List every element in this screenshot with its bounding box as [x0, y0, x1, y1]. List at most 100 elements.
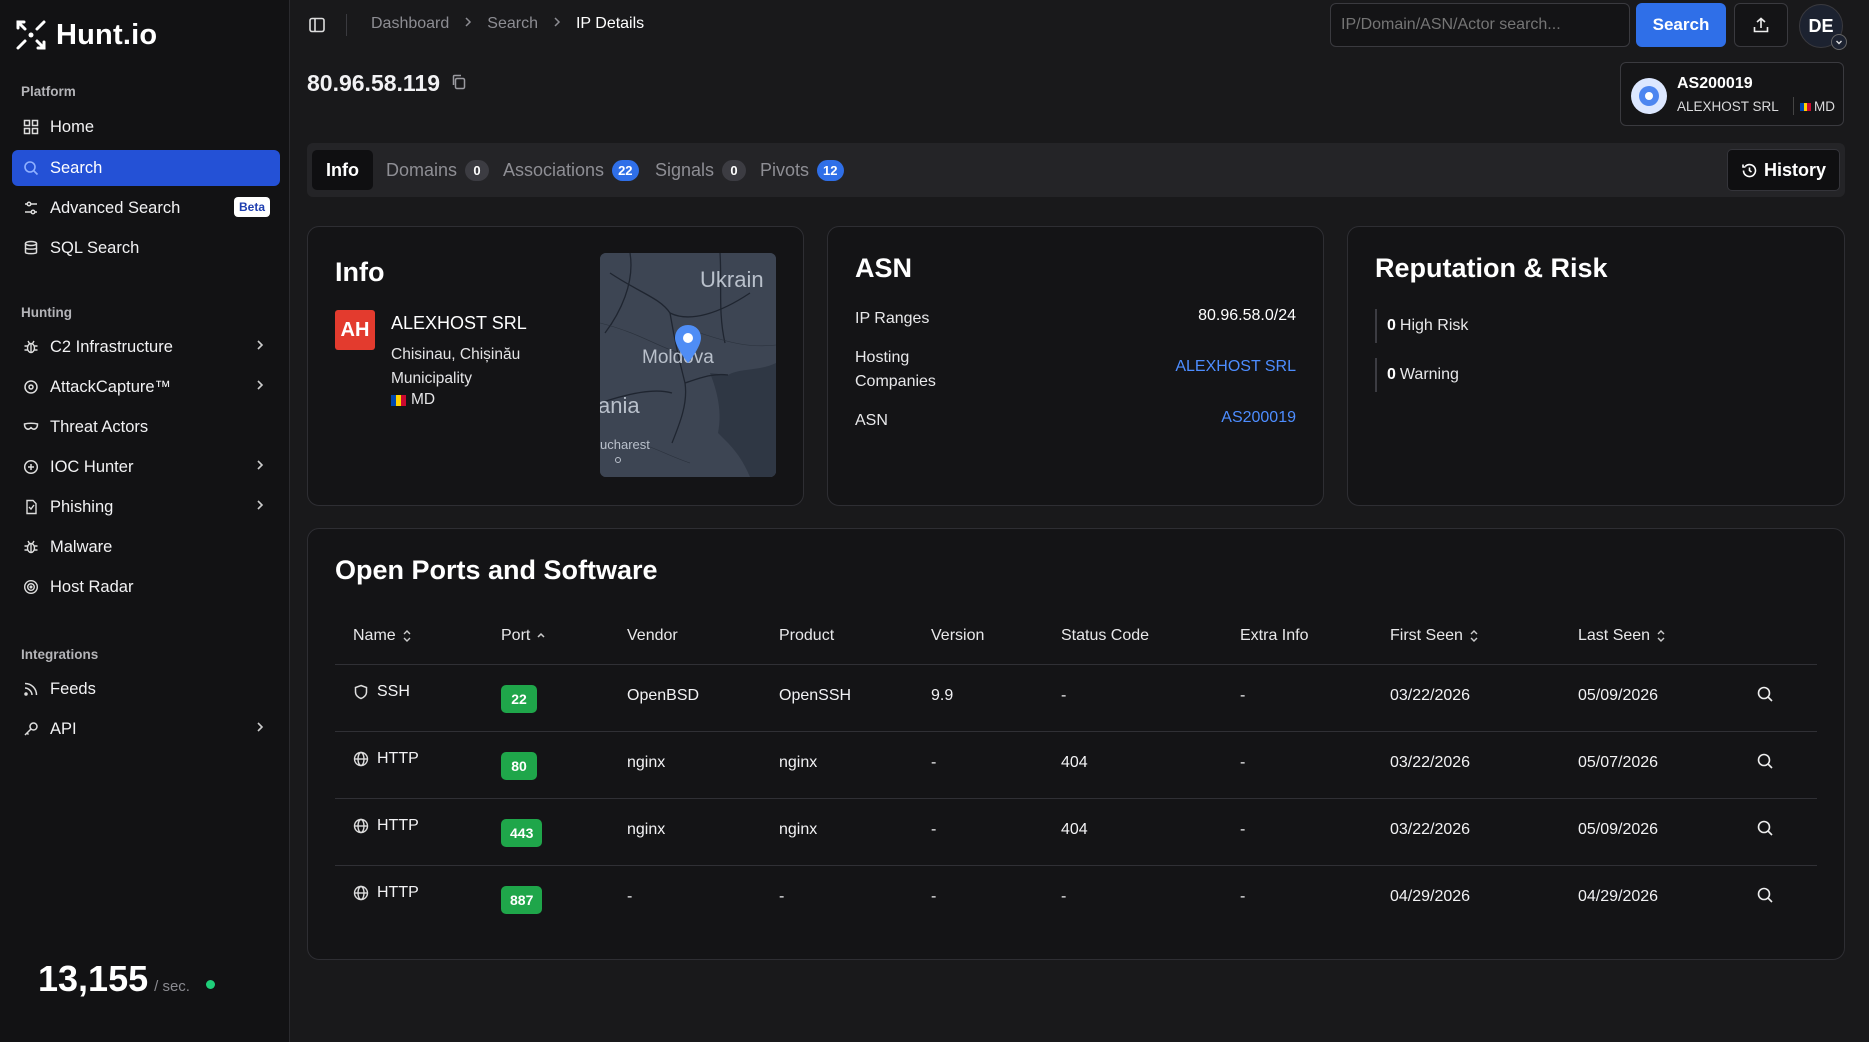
search-icon[interactable] [1756, 819, 1774, 841]
counter-unit: / sec. [154, 978, 190, 995]
sidebar-item-sql-search[interactable]: SQL Search [12, 230, 280, 266]
tab-pivots[interactable]: Pivots 12 [746, 150, 858, 190]
grid-icon [22, 118, 40, 136]
location-pin-icon [1631, 78, 1667, 114]
status-cell: - [1061, 888, 1067, 905]
table-row[interactable]: HTTP 887 - - - - - 04/29/2026 04/29/2026 [335, 866, 1817, 933]
risk-count: 0 [1387, 366, 1396, 383]
global-search-input[interactable] [1330, 3, 1630, 47]
target-icon [22, 378, 40, 396]
kv-label: ASN [855, 412, 888, 429]
sidebar-item-label: API [50, 719, 77, 738]
plus-circle-icon [22, 458, 40, 476]
status-cell: 404 [1061, 821, 1088, 838]
table-row[interactable]: HTTP 80 nginx nginx - 404 - 03/22/2026 0… [335, 732, 1817, 799]
chevron-right-icon [254, 498, 266, 517]
search-icon[interactable] [1756, 886, 1774, 908]
sidebar-item-api[interactable]: API [12, 711, 280, 747]
search-button[interactable]: Search [1636, 3, 1726, 47]
export-button[interactable] [1734, 3, 1788, 47]
tab-label: Domains [386, 159, 458, 180]
history-icon [1742, 163, 1757, 177]
asn-chip-asn: AS200019 [1677, 75, 1753, 92]
card-title: Open Ports and Software [335, 555, 658, 585]
org-logo: AH [335, 310, 375, 350]
chevron-down-icon[interactable] [1831, 34, 1847, 50]
search-icon [22, 159, 40, 177]
version-cell: 9.9 [931, 687, 954, 704]
tab-label: Info [326, 159, 359, 180]
logo[interactable]: Hunt.io [14, 18, 157, 52]
breadcrumb-current: IP Details [575, 15, 645, 32]
tab-signals[interactable]: Signals 0 [641, 150, 760, 190]
vendor-cell: OpenBSD [627, 687, 700, 704]
hunt-logo-icon [16, 20, 46, 50]
sidebar-item-host-radar[interactable]: Host Radar [12, 569, 280, 605]
md-flag-icon [1800, 102, 1812, 111]
breadcrumb-search[interactable]: Search [487, 15, 538, 33]
history-button[interactable]: History [1726, 149, 1840, 191]
column-label: Product [779, 627, 835, 644]
sidebar-item-label: C2 Infrastructure [50, 337, 173, 356]
sidebar-item-feeds[interactable]: Feeds [12, 671, 280, 707]
sidebar-item-c2-infrastructure[interactable]: C2 Infrastructure [12, 329, 280, 365]
column-header-port[interactable]: Port [501, 627, 546, 645]
sidebar-item-label: Search [50, 158, 103, 177]
vendor-cell: - [627, 888, 633, 905]
top-bar: Dashboard Search IP Details Search DE [290, 0, 1869, 50]
sidebar-toggle-icon[interactable] [308, 16, 326, 38]
search-icon[interactable] [1756, 685, 1774, 707]
asn-chip-org: ALEXHOST SRL [1677, 99, 1779, 114]
country-code: MD [1814, 99, 1835, 114]
sidebar-item-label: AttackCapture™ [50, 377, 172, 396]
chevron-right-icon [254, 378, 266, 397]
map-label: ucharest [600, 437, 650, 452]
search-icon[interactable] [1756, 752, 1774, 774]
table-row[interactable]: SSH 22 OpenBSD OpenSSH 9.9 - - 03/22/202… [335, 665, 1817, 732]
shield-icon [354, 684, 368, 700]
mask-icon [22, 418, 40, 436]
chevron-right-icon [254, 458, 266, 477]
service-name: HTTP [353, 750, 419, 768]
sort-asc-icon [537, 632, 545, 638]
bug-icon [22, 338, 40, 356]
tab-associations[interactable]: Associations 22 [489, 150, 653, 190]
sidebar-item-attackcapture[interactable]: AttackCapture™ [12, 369, 280, 405]
sidebar-item-threat-actors[interactable]: Threat Actors [12, 409, 280, 445]
service-label: HTTP [377, 750, 419, 767]
breadcrumb-dashboard[interactable]: Dashboard [371, 15, 449, 33]
asn-link[interactable]: AS200019 [1221, 409, 1296, 427]
column-header-first-seen[interactable]: First Seen [1390, 627, 1479, 645]
counter-value: 13,155 [38, 958, 149, 999]
sidebar-item-search[interactable]: Search [12, 150, 280, 186]
sidebar-item-advanced-search[interactable]: Advanced Search Beta [12, 190, 280, 226]
service-label: HTTP [377, 884, 419, 901]
tab-info[interactable]: Info [312, 150, 373, 190]
sidebar-item-phishing[interactable]: Phishing [12, 489, 280, 525]
product-cell: nginx [779, 754, 818, 771]
risk-label: Warning [1399, 366, 1459, 383]
database-icon [22, 239, 40, 257]
asn-chip-country: MD [1800, 99, 1835, 114]
table-row[interactable]: HTTP 443 nginx nginx - 404 - 03/22/2026 … [335, 799, 1817, 866]
column-label: Extra Info [1240, 627, 1309, 644]
column-header-last-seen[interactable]: Last Seen [1578, 627, 1666, 645]
column-header-product: Product [779, 627, 834, 645]
sidebar-item-ioc-hunter[interactable]: IOC Hunter [12, 449, 280, 485]
chevron-right-icon [463, 15, 473, 33]
divider [1793, 97, 1794, 115]
globe-icon [353, 818, 369, 834]
copy-icon[interactable] [450, 70, 468, 97]
column-header-name[interactable]: Name [353, 627, 412, 645]
tab-domains[interactable]: Domains 0 [372, 150, 503, 190]
sidebar-item-malware[interactable]: Malware [12, 529, 280, 565]
tab-count: 0 [465, 159, 490, 181]
location-map[interactable]: Ukrain Moldova ania ucharest [600, 253, 776, 477]
asn-chip[interactable]: AS200019 ALEXHOST SRL MD [1620, 62, 1844, 126]
extra-cell: - [1240, 888, 1246, 905]
org-country: MD [391, 391, 435, 409]
hosting-company-link[interactable]: ALEXHOST SRL [1175, 358, 1296, 376]
sidebar-item-label: Phishing [50, 497, 114, 516]
map-label: ania [600, 393, 640, 418]
sidebar-item-home[interactable]: Home [12, 109, 280, 145]
